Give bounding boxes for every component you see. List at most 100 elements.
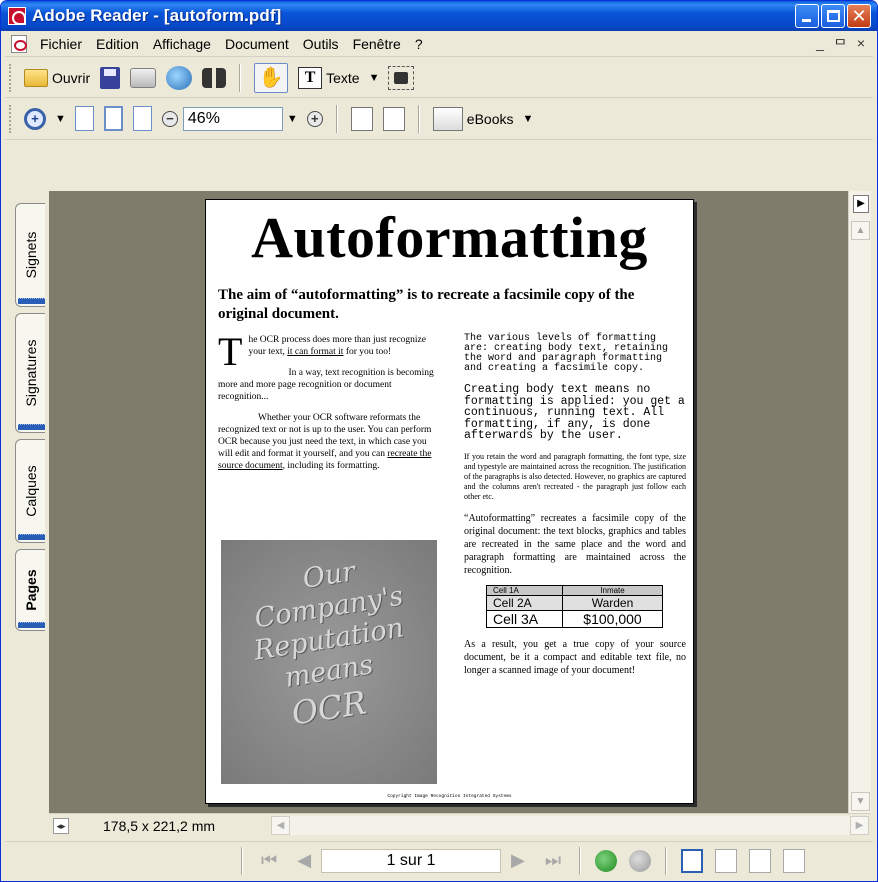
toolbar-separator <box>239 63 242 92</box>
go-back-icon[interactable] <box>595 849 618 872</box>
table-row: Cell 2A Warden <box>486 594 663 611</box>
scroll-down-icon[interactable]: ▼ <box>851 792 870 811</box>
save-button[interactable] <box>100 66 121 89</box>
close-button[interactable]: ✕ <box>847 4 871 28</box>
company-reputation-image: Our Company's Reputation means OCR <box>221 540 437 784</box>
view-toolbar: + ▼ − 46% ▼ + eBooks ▼ <box>5 98 873 140</box>
rotate-clockwise-button[interactable] <box>350 106 373 131</box>
open-button[interactable]: Ouvrir <box>24 68 91 87</box>
actual-size-button[interactable] <box>74 106 94 131</box>
closing-paragraph: As a result, you get a true copy of your… <box>464 638 686 676</box>
facing-layout-icon[interactable] <box>783 848 806 873</box>
menu-help[interactable]: ? <box>408 34 430 54</box>
tab-signatures-label: Signatures <box>22 339 39 407</box>
snapshot-icon <box>388 65 415 90</box>
right-column: The various levels of formatting are: cr… <box>464 334 686 685</box>
doc-close-button[interactable]: × <box>857 35 865 55</box>
zoom-level-field[interactable]: 46% <box>182 106 283 131</box>
vertical-scrollbar[interactable]: ▶ ▲ ▼ <box>848 191 871 813</box>
document-lead: The aim of “autoformatting” is to recrea… <box>218 287 635 322</box>
format-link[interactable]: it can format it <box>287 347 343 357</box>
first-page-icon[interactable]: ⏮ <box>261 850 277 871</box>
horizontal-scrollbar[interactable]: ◀ ▶ <box>271 816 869 835</box>
options-arrow-icon[interactable]: ▶ <box>853 195 869 213</box>
zoom-tool-button[interactable]: + <box>24 107 46 130</box>
left-column: The OCR process does more than just reco… <box>218 329 438 481</box>
toolbar-separator <box>417 104 420 133</box>
text-select-button[interactable]: T Texte <box>298 66 360 89</box>
scroll-right-icon[interactable]: ▶ <box>850 816 869 835</box>
single-page-layout-icon[interactable] <box>681 848 704 873</box>
menu-bar: Fichier Edition Affichage Document Outil… <box>5 31 873 57</box>
pdf-document-icon[interactable] <box>11 34 27 53</box>
menu-fichier[interactable]: Fichier <box>33 34 89 54</box>
tab-calques[interactable]: Calques <box>15 439 45 543</box>
document-view[interactable]: Autoformatting The aim of “autoformattin… <box>49 191 849 813</box>
table-row: Cell 3A $100,000 <box>486 609 663 628</box>
paragraph-2: In a way, text recognition is becoming m… <box>218 368 434 402</box>
zoom-in-button[interactable]: + <box>306 110 323 127</box>
menu-affichage[interactable]: Affichage <box>146 34 218 54</box>
print-button[interactable] <box>130 67 157 88</box>
menu-document[interactable]: Document <box>218 34 296 54</box>
sample-table: Cell 1A Inmate Cell 2A Warden Cell 3A $1… <box>486 584 663 628</box>
scroll-left-icon[interactable]: ◀ <box>271 816 290 835</box>
menu-edition[interactable]: Edition <box>89 34 146 54</box>
scroll-up-icon[interactable]: ▲ <box>851 221 870 240</box>
document-title: Autoformatting <box>251 205 648 270</box>
toolbar-separator <box>335 104 338 133</box>
email-button[interactable] <box>166 65 193 90</box>
search-binoculars-icon <box>202 67 227 88</box>
doc-restore-button[interactable]: ᄆ <box>834 35 847 55</box>
zoom-out-button[interactable]: − <box>161 110 178 127</box>
zoom-level-dropdown-icon[interactable]: ▼ <box>287 113 298 125</box>
toolbar-separator <box>665 846 668 875</box>
fit-page-button[interactable] <box>103 106 123 131</box>
tab-stripe <box>18 534 45 540</box>
doc-minimize-button[interactable]: _ <box>816 35 824 55</box>
last-page-icon[interactable]: ⏭ <box>545 850 561 871</box>
adobe-reader-icon[interactable] <box>8 7 26 25</box>
split-view-icon[interactable]: ◂▸ <box>53 817 69 834</box>
continuous-layout-icon[interactable] <box>715 848 738 873</box>
page-number-field[interactable]: 1 sur 1 <box>321 848 502 873</box>
previous-page-icon[interactable]: ◀ <box>297 850 311 871</box>
tab-signatures[interactable]: Signatures <box>15 313 45 433</box>
text-tool-dropdown-icon[interactable]: ▼ <box>369 72 380 84</box>
minimize-button[interactable] <box>795 4 819 28</box>
body-text-paragraph: Creating body text means no formatting i… <box>464 383 685 442</box>
go-forward-icon[interactable] <box>629 849 652 872</box>
fit-page-icon <box>103 106 123 131</box>
levels-paragraph: The various levels of formatting are: cr… <box>464 333 669 374</box>
app-window: Adobe Reader - [autoform.pdf] ✕ Fichier … <box>0 0 878 882</box>
tab-stripe <box>18 622 45 628</box>
next-page-icon[interactable]: ▶ <box>511 850 525 871</box>
drop-cap: T <box>218 329 243 374</box>
hand-tool-button[interactable]: ✋ <box>254 62 289 93</box>
tab-pages[interactable]: Pages <box>15 549 45 631</box>
toolbar-grip[interactable] <box>9 104 13 133</box>
zoom-tool-dropdown-icon[interactable]: ▼ <box>55 113 66 125</box>
snapshot-button[interactable] <box>388 65 415 90</box>
save-icon <box>100 66 121 89</box>
title-bar[interactable]: Adobe Reader - [autoform.pdf] ✕ <box>1 1 877 31</box>
autoformatting-paragraph: “Autoformatting” recreates a facsimile c… <box>464 512 686 576</box>
rotate-counterclockwise-button[interactable] <box>382 106 405 131</box>
zoom-increase-icon: + <box>306 110 323 127</box>
continuous-facing-layout-icon[interactable] <box>749 848 772 873</box>
open-button-label: Ouvrir <box>52 69 91 86</box>
tab-signets[interactable]: Signets <box>15 203 45 307</box>
ebooks-dropdown-icon[interactable]: ▼ <box>522 113 533 125</box>
table-row: Cell 1A Inmate <box>486 584 663 596</box>
ebooks-button[interactable]: eBooks <box>432 106 513 131</box>
search-button[interactable] <box>202 67 227 88</box>
maximize-button[interactable] <box>821 4 845 28</box>
menu-fenetre[interactable]: Fenêtre <box>346 34 408 54</box>
page-dimensions: 178,5 x 221,2 mm <box>103 817 216 834</box>
fit-width-button[interactable] <box>132 106 152 131</box>
status-bar: ◂▸ 178,5 x 221,2 mm ◀ ▶ <box>49 813 871 837</box>
actual-size-icon <box>74 106 94 131</box>
text-tool-label: Texte <box>326 69 360 86</box>
toolbar-grip[interactable] <box>9 63 13 92</box>
menu-outils[interactable]: Outils <box>296 34 346 54</box>
